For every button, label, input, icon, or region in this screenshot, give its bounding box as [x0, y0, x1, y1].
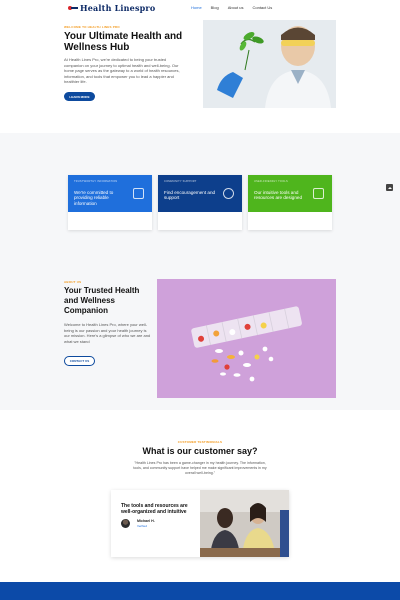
nav-blog[interactable]: Blog	[211, 5, 219, 10]
feature-card-header: USER-FRIENDLY TOOLS Our intuitive tools …	[248, 175, 332, 212]
feature-tag: COMMUNITY SUPPORT	[164, 180, 197, 183]
hero-image	[203, 20, 336, 108]
scientist-illustration	[203, 20, 336, 108]
pills-image	[157, 279, 336, 398]
hero-body: At Health Lines Pro, we're dedicated to …	[64, 57, 180, 85]
feature-card-tools[interactable]: USER-FRIENDLY TOOLS Our intuitive tools …	[248, 175, 332, 230]
scroll-to-top-button[interactable]	[386, 184, 393, 191]
testimonials-title: What is our customer say?	[142, 446, 258, 456]
testimonial-quote: "Health Lines Pro has been a game-change…	[133, 461, 267, 476]
pill-organizer-illustration	[157, 279, 336, 398]
hero-section	[0, 18, 400, 133]
lock-icon	[313, 188, 324, 199]
logo[interactable]: Health Linespro	[68, 3, 155, 13]
feature-card-community[interactable]: COMMUNITY SUPPORT Find encouragement and…	[158, 175, 242, 230]
main-nav: Home Blog About us Contact Us	[191, 5, 272, 10]
hero-kicker: WELCOME TO HEALTH LINES PRO	[64, 25, 120, 29]
page: Health Linespro Home Blog About us Conta…	[0, 0, 400, 600]
person-icon	[223, 188, 234, 199]
feature-title: Our intuitive tools and resources are de…	[254, 190, 303, 201]
feature-card-header: TRUSTWORTHY INFORMATION We're committed …	[68, 175, 152, 212]
nav-contact-us[interactable]: Contact Us	[252, 5, 272, 10]
book-icon	[133, 188, 144, 199]
about-title: Your Trusted Health and Wellness Compani…	[64, 286, 140, 315]
testimonial-name: Michael H.	[137, 519, 155, 523]
nav-about-us[interactable]: About us	[228, 5, 244, 10]
customers-photo-illustration	[200, 490, 289, 557]
testimonials-kicker: CUSTOMER TESTIMONIALS	[177, 440, 223, 444]
feature-title: We're committed to providing reliable in…	[74, 190, 114, 206]
site-header: Health Linespro Home Blog About us Conta…	[0, 0, 400, 18]
logo-text: Health Linespro	[80, 3, 156, 13]
contact-us-button[interactable]: CONTACT US	[64, 356, 95, 366]
avatar	[121, 519, 130, 528]
learn-more-button[interactable]: LEARN MORE	[64, 92, 95, 101]
feature-title: Find encouragement and support	[164, 190, 216, 201]
feature-tag: TRUSTWORTHY INFORMATION	[74, 180, 118, 183]
footer	[0, 582, 400, 600]
feature-card-header: COMMUNITY SUPPORT Find encouragement and…	[158, 175, 242, 212]
feature-tag: USER-FRIENDLY TOOLS	[254, 180, 288, 183]
about-body: Welcome to Health Lines Pro, where your …	[64, 322, 151, 344]
testimonial-role: Verified	[137, 524, 148, 528]
logo-mark-icon	[68, 5, 78, 11]
nav-home[interactable]: Home	[191, 5, 202, 10]
feature-card-information[interactable]: TRUSTWORTHY INFORMATION We're committed …	[68, 175, 152, 230]
testimonial-headline: The tools and resources are well-organiz…	[121, 503, 188, 516]
hero-title: Your Ultimate Health and Wellness Hub	[64, 31, 183, 53]
about-kicker: ABOUT US	[64, 280, 82, 284]
testimonial-image	[200, 490, 289, 557]
